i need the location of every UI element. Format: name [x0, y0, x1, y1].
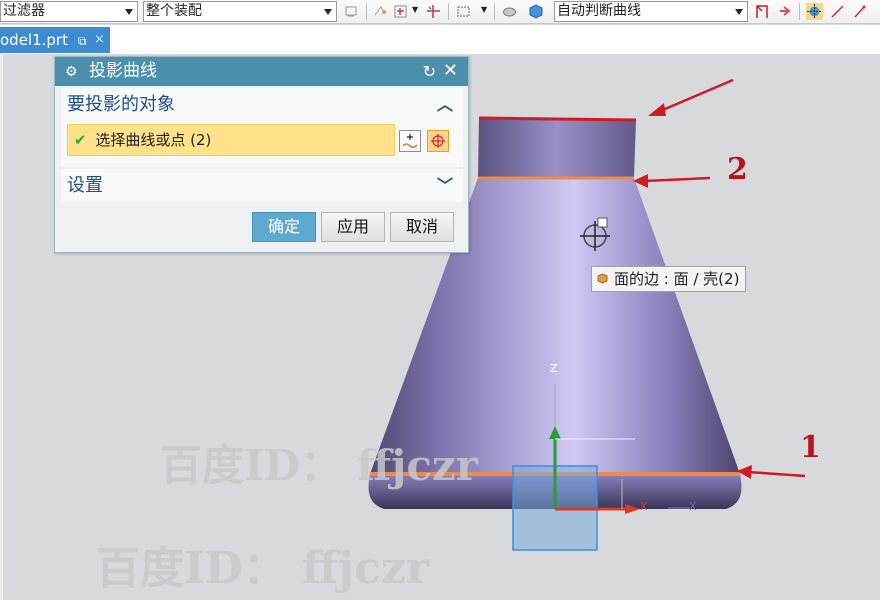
- pin-icon[interactable]: ⧉: [78, 28, 87, 53]
- chevron-down-icon: [324, 9, 332, 15]
- check-icon: ✔: [74, 131, 87, 149]
- toolbar-separator: [448, 3, 449, 20]
- tooltip-text: 面的边 : 面 / 壳(2): [614, 270, 740, 288]
- grid-snap-icon[interactable]: [806, 3, 823, 20]
- reset-icon[interactable]: ↻: [423, 57, 436, 86]
- part-icon[interactable]: [501, 3, 518, 20]
- tab-bar: odel1.prt ⧉ ×: [0, 25, 880, 54]
- objects-group: 要投影的对象 ︿ ✔ 选择曲线或点 (2): [61, 88, 463, 167]
- ok-button[interactable]: 确定: [252, 212, 316, 242]
- project-curve-dialog: ⚙ 投影曲线 ↻ ✕ 要投影的对象 ︿ ✔ 选择曲线或点 (2) 设置 ﹀ 确定…: [54, 56, 469, 253]
- chevron-down-icon[interactable]: ▼: [481, 5, 487, 14]
- dialog-title-bar[interactable]: ⚙ 投影曲线 ↻ ✕: [55, 57, 468, 86]
- close-icon[interactable]: ×: [94, 27, 105, 53]
- face-icon: [597, 273, 608, 284]
- type-filter-value: 过滤器: [3, 3, 45, 19]
- pin-icon[interactable]: [851, 3, 868, 20]
- x-axis-label: X: [640, 500, 648, 513]
- annotation-arrow-2: [633, 174, 711, 188]
- annotation-number-2: 2: [727, 152, 748, 187]
- annotation-arrow-1: [737, 465, 806, 479]
- point-crosshair-icon: [431, 134, 445, 148]
- apply-button[interactable]: 应用: [321, 212, 385, 242]
- point-icon[interactable]: [393, 3, 410, 20]
- graphics-viewport[interactable]: Z X X 2 1 百度ID： ffjczr 百度ID： ffjczr 面的边 …: [0, 54, 880, 600]
- chevron-down-icon: [125, 9, 133, 15]
- chevron-down-icon[interactable]: ﹀: [437, 169, 453, 202]
- x-axis-label-far: X: [689, 500, 697, 513]
- dialog-title: 投影曲线: [89, 61, 157, 81]
- add-curve-icon: [402, 134, 418, 148]
- tab-label: odel1.prt: [0, 31, 68, 49]
- view-icon[interactable]: [343, 3, 360, 20]
- toolbar-separator: [494, 3, 495, 20]
- settings-group-header[interactable]: 设置 ﹀: [61, 169, 463, 202]
- settings-group: 设置 ﹀: [61, 169, 463, 202]
- line-icon[interactable]: [829, 3, 846, 20]
- selection-rect-icon[interactable]: [455, 3, 472, 20]
- chevron-down-icon: [735, 9, 743, 15]
- cancel-button[interactable]: 取消: [390, 212, 454, 242]
- chevron-down-icon[interactable]: ▼: [412, 5, 418, 14]
- type-filter-combo[interactable]: 过滤器: [0, 1, 138, 22]
- toolbar-separator: [366, 3, 367, 20]
- chevron-up-icon[interactable]: ︿: [437, 88, 453, 121]
- selection-tooltip: 面的边 : 面 / 壳(2): [591, 266, 747, 292]
- model-neck[interactable]: [478, 118, 636, 178]
- selection-scope-combo[interactable]: 整个装配: [143, 1, 337, 22]
- snap-icon[interactable]: [372, 3, 389, 20]
- objects-group-header[interactable]: 要投影的对象 ︿: [61, 88, 463, 121]
- annotation-number-1: 1: [800, 430, 821, 465]
- toolbar-separator: [799, 3, 800, 20]
- crosshair-icon[interactable]: [425, 3, 442, 20]
- gear-icon[interactable]: ⚙: [65, 58, 78, 87]
- select-curve-or-point-row[interactable]: ✔ 选择曲线或点 (2): [67, 124, 395, 156]
- tab-model1-prt[interactable]: odel1.prt ⧉ ×: [0, 27, 110, 53]
- curve-rule-combo[interactable]: 自动判断曲线: [554, 1, 748, 22]
- selection-scope-value: 整个装配: [146, 3, 202, 19]
- watermark: 百度ID： ffjczr: [96, 543, 430, 594]
- watermark: 百度ID： ffjczr: [160, 441, 478, 490]
- flag-icon[interactable]: [754, 3, 771, 20]
- z-axis-label: Z: [550, 362, 558, 375]
- annotation-arrow-top: [648, 78, 734, 116]
- body-icon[interactable]: [527, 3, 544, 20]
- objects-group-title: 要投影的对象: [67, 94, 175, 115]
- curve-rule-button[interactable]: [399, 130, 421, 152]
- point-dialog-button[interactable]: [427, 130, 449, 152]
- close-icon[interactable]: ✕: [443, 56, 458, 85]
- settings-group-title: 设置: [67, 175, 103, 196]
- select-curve-label: 选择曲线或点 (2): [95, 131, 212, 149]
- curve-rule-value: 自动判断曲线: [557, 3, 641, 19]
- toolbar: 过滤器 整个装配 ▼ ▼ 自动判断曲线: [0, 0, 880, 24]
- dialog-button-row: 确定 应用 取消: [55, 208, 470, 244]
- top-edge[interactable]: [478, 116, 637, 122]
- arrow-icon[interactable]: [777, 3, 794, 20]
